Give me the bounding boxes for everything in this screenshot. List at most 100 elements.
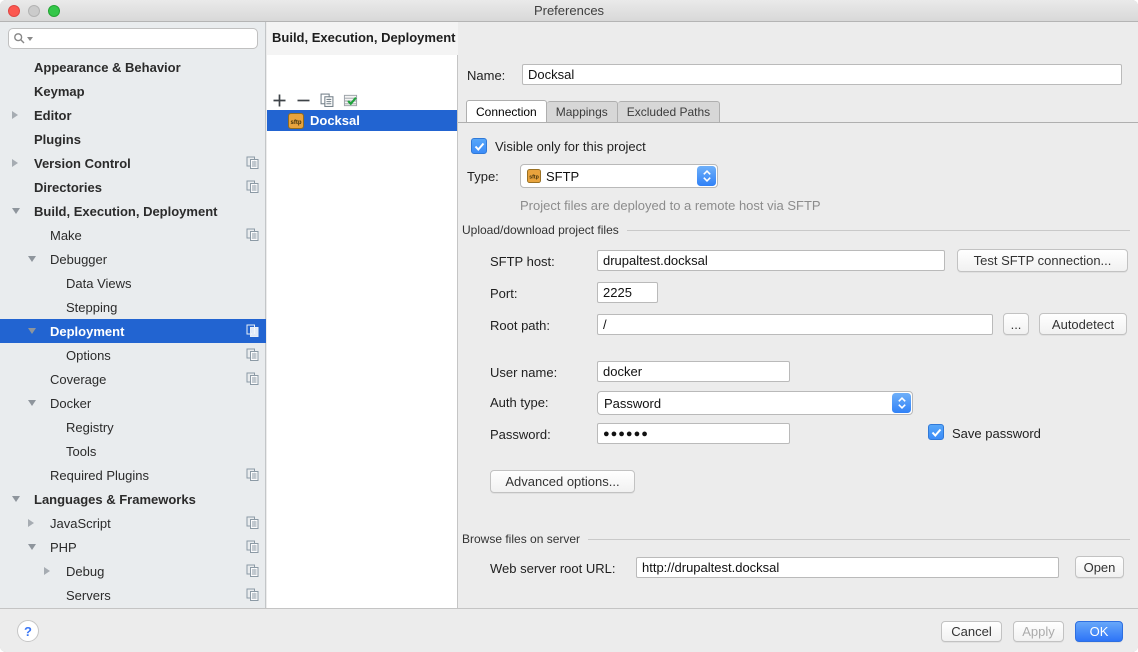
expand-arrow[interactable] [12, 159, 18, 167]
save-password-checkbox[interactable] [928, 424, 944, 440]
sidebar-item-deployment[interactable]: Deployment [0, 319, 266, 343]
tab-connection[interactable]: Connection [466, 100, 547, 123]
question-mark-icon: ? [24, 624, 32, 639]
sidebar-item-label: Debug [66, 564, 104, 579]
type-label: Type: [467, 169, 499, 184]
sidebar-item-servers[interactable]: Servers [0, 583, 266, 607]
sidebar-item-directories[interactable]: Directories [0, 175, 266, 199]
server-list-item-docksal[interactable]: Docksal [267, 110, 457, 131]
remove-server-button[interactable] [293, 90, 313, 110]
sidebar-item-plugins[interactable]: Plugins [0, 127, 266, 151]
project-level-icon [246, 228, 259, 241]
sidebar-item-tools[interactable]: Tools [0, 439, 266, 463]
expand-arrow[interactable] [28, 544, 36, 550]
help-button[interactable]: ? [17, 620, 39, 642]
expand-arrow[interactable] [28, 256, 36, 262]
sidebar-item-label: Servers [66, 588, 111, 603]
open-button[interactable]: Open [1075, 556, 1124, 578]
ok-button[interactable]: OK [1075, 621, 1123, 642]
web-root-input[interactable] [636, 557, 1059, 578]
sidebar-item-label: Plugins [34, 132, 81, 147]
section-upload: Upload/download project files [462, 223, 1130, 237]
sidebar-item-coverage[interactable]: Coverage [0, 367, 266, 391]
user-name-label: User name: [490, 365, 557, 380]
tab-mappings[interactable]: Mappings [547, 101, 618, 123]
password-input[interactable] [597, 423, 790, 444]
sidebar-item-debugger[interactable]: Debugger [0, 247, 266, 271]
sidebar-item-required-plugins[interactable]: Required Plugins [0, 463, 266, 487]
sftp-icon [527, 169, 541, 183]
sidebar-item-label: JavaScript [50, 516, 111, 531]
sftp-host-input[interactable] [597, 250, 945, 271]
cancel-button[interactable]: Cancel [941, 621, 1002, 642]
project-level-icon [246, 468, 259, 481]
expand-arrow[interactable] [12, 496, 20, 502]
expand-arrow[interactable] [12, 208, 20, 214]
dialog-footer: ? Cancel Apply OK [0, 608, 1138, 652]
project-level-icon [246, 324, 259, 337]
sidebar-item-debug[interactable]: Debug [0, 559, 266, 583]
section-browse: Browse files on server [462, 532, 1130, 546]
name-label: Name: [467, 68, 505, 83]
expand-arrow[interactable] [44, 567, 50, 575]
root-path-input[interactable] [597, 314, 993, 335]
auth-type-select[interactable]: Password [597, 391, 913, 415]
test-connection-button[interactable]: Test SFTP connection... [957, 249, 1128, 272]
sidebar-item-php[interactable]: PHP [0, 535, 266, 559]
sidebar-item-editor[interactable]: Editor [0, 103, 266, 127]
sidebar-item-make[interactable]: Make [0, 223, 266, 247]
search-input[interactable] [33, 31, 253, 47]
save-password-label: Save password [952, 426, 1041, 441]
sidebar-item-stepping[interactable]: Stepping [0, 295, 266, 319]
port-input[interactable] [597, 282, 658, 303]
user-name-input[interactable] [597, 361, 790, 382]
copy-server-button[interactable] [317, 90, 337, 110]
sidebar-item-keymap[interactable]: Keymap [0, 79, 266, 103]
plus-icon [272, 93, 287, 108]
type-value: SFTP [546, 169, 579, 184]
project-level-icon [246, 588, 259, 601]
project-level-icon [246, 180, 259, 193]
sidebar-item-options[interactable]: Options [0, 343, 266, 367]
settings-search[interactable] [8, 28, 258, 49]
visible-only-checkbox[interactable] [471, 138, 487, 154]
expand-arrow[interactable] [28, 400, 36, 406]
sidebar-item-label: Required Plugins [50, 468, 149, 483]
add-server-button[interactable] [269, 90, 289, 110]
type-select[interactable]: SFTP [520, 164, 718, 188]
use-as-default-button[interactable] [340, 90, 360, 110]
autodetect-button[interactable]: Autodetect [1039, 313, 1127, 335]
select-stepper-icon[interactable] [697, 166, 716, 186]
sidebar-item-docker[interactable]: Docker [0, 391, 266, 415]
window-title: Preferences [0, 3, 1138, 18]
sidebar-item-languages-frameworks[interactable]: Languages & Frameworks [0, 487, 266, 511]
section-browse-label: Browse files on server [462, 532, 580, 546]
sidebar-item-version-control[interactable]: Version Control [0, 151, 266, 175]
sidebar-item-label: Keymap [34, 84, 85, 99]
project-level-icon [246, 564, 259, 577]
settings-tree: Appearance & Behavior Keymap Editor Plug… [0, 55, 266, 608]
sidebar-item-label: Coverage [50, 372, 106, 387]
expand-arrow[interactable] [28, 519, 34, 527]
sidebar-item-appearance-behavior[interactable]: Appearance & Behavior [0, 55, 266, 79]
expand-arrow[interactable] [28, 328, 36, 334]
type-help-text: Project files are deployed to a remote h… [520, 198, 821, 213]
sidebar-item-label: Build, Execution, Deployment [34, 204, 217, 219]
sidebar-item-build-execution-deployment[interactable]: Build, Execution, Deployment [0, 199, 266, 223]
project-level-icon [246, 540, 259, 553]
sidebar-item-data-views[interactable]: Data Views [0, 271, 266, 295]
select-stepper-icon[interactable] [892, 393, 911, 413]
sidebar-item-javascript[interactable]: JavaScript [0, 511, 266, 535]
advanced-options-button[interactable]: Advanced options... [490, 470, 635, 493]
project-level-icon [246, 372, 259, 385]
name-input[interactable] [522, 64, 1122, 85]
tab-excluded-paths[interactable]: Excluded Paths [618, 101, 720, 123]
auth-type-label: Auth type: [490, 395, 549, 410]
sidebar-item-registry[interactable]: Registry [0, 415, 266, 439]
section-upload-label: Upload/download project files [462, 223, 619, 237]
apply-button[interactable]: Apply [1013, 621, 1064, 642]
expand-arrow[interactable] [12, 111, 18, 119]
project-level-icon [246, 516, 259, 529]
sidebar-item-label: Make [50, 228, 82, 243]
browse-root-button[interactable]: ... [1003, 313, 1029, 335]
